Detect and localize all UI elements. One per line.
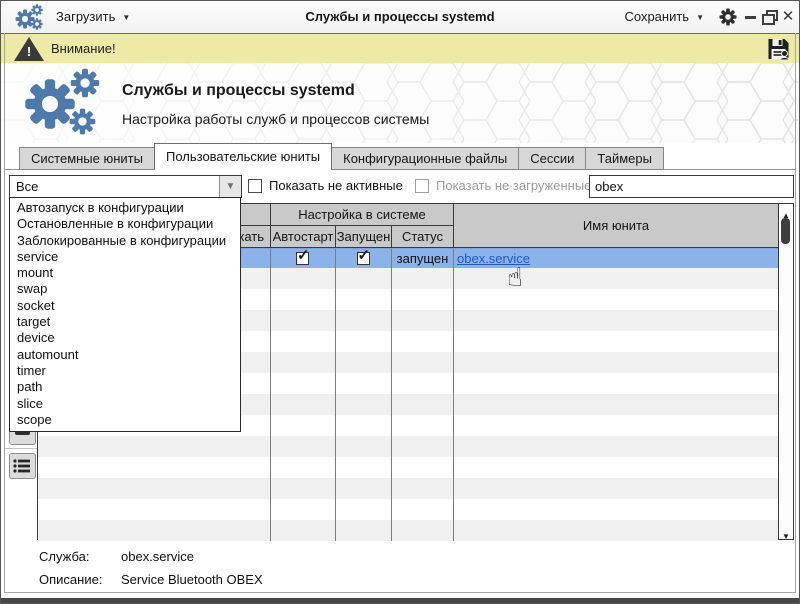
- combobox-value: Все: [16, 176, 38, 197]
- dropdown-option[interactable]: device: [10, 330, 240, 346]
- dropdown-option[interactable]: swap: [10, 281, 240, 297]
- status-cell: запущен: [392, 249, 453, 268]
- service-value: obex.service: [121, 549, 194, 564]
- hexagon-pattern: [2, 63, 798, 143]
- service-label: Служба:: [39, 549, 89, 564]
- tab-system-units[interactable]: Системные юниты: [19, 147, 155, 170]
- chevron-down-icon: [115, 9, 130, 24]
- window-frame-right: [795, 33, 796, 593]
- banner-subtitle: Настройка работы служб и процессов систе…: [122, 111, 429, 127]
- maximize-button[interactable]: [762, 1, 778, 33]
- tab-timers[interactable]: Таймеры: [585, 147, 664, 170]
- toolbar-list-button[interactable]: [9, 453, 36, 479]
- group-header-system-settings: Настройка в системе: [271, 204, 454, 226]
- table-row[interactable]: [38, 436, 778, 457]
- warning-bar: ! Внимание!: [1, 34, 799, 63]
- warning-icon: !: [14, 37, 44, 61]
- window-frame-strip: [1, 598, 799, 603]
- column-header-status[interactable]: Статус: [392, 226, 454, 248]
- checkbox-show-inactive[interactable]: [248, 179, 262, 193]
- save-button-label: Сохранить: [624, 9, 689, 24]
- table-row[interactable]: [38, 478, 778, 499]
- dropdown-option[interactable]: timer: [10, 363, 240, 379]
- save-button[interactable]: Сохранить: [624, 1, 704, 33]
- dropdown-option[interactable]: automount: [10, 347, 240, 363]
- vertical-scrollbar[interactable]: [778, 204, 793, 539]
- dropdown-option[interactable]: target: [10, 314, 240, 330]
- dropdown-option[interactable]: Автозапуск в конфигурации: [10, 200, 240, 216]
- tab-user-units[interactable]: Пользовательские юниты: [154, 143, 332, 170]
- tab-sessions[interactable]: Сессии: [518, 147, 586, 170]
- tab-config-files[interactable]: Конфигурационные файлы: [331, 147, 519, 170]
- app-logo-gears-icon: [24, 68, 116, 140]
- window-frame-bottom: [4, 592, 796, 593]
- header-banner: Службы и процессы systemd Настройка рабо…: [2, 63, 798, 143]
- tab-bar: Системные юнитыПользовательские юнитыКон…: [19, 143, 663, 170]
- checkbox-show-inactive-label: Показать не активные: [269, 177, 403, 195]
- dropdown-option[interactable]: socket: [10, 298, 240, 314]
- list-icon: [13, 457, 32, 475]
- scrollbar-thumb[interactable]: [781, 218, 790, 244]
- app-gears-icon: [15, 4, 47, 31]
- combobox-arrow-icon[interactable]: [219, 176, 241, 197]
- load-button[interactable]: Загрузить: [56, 1, 130, 33]
- dropdown-option[interactable]: path: [10, 379, 240, 395]
- table-row[interactable]: [38, 457, 778, 478]
- title-bar: Загрузить Службы и процессы systemd Сохр…: [1, 1, 799, 34]
- scroll-up-icon[interactable]: [779, 205, 793, 217]
- table-row[interactable]: [38, 499, 778, 520]
- dropdown-option[interactable]: Заблокированные в конфигурации: [10, 233, 240, 249]
- load-button-label: Загрузить: [56, 9, 115, 24]
- dropdown-option[interactable]: scope: [10, 412, 240, 428]
- dropdown-option[interactable]: service: [10, 249, 240, 265]
- save-file-icon[interactable]: [766, 37, 791, 61]
- scroll-down-icon[interactable]: [779, 526, 793, 538]
- app-window: Загрузить Службы и процессы systemd Сохр…: [0, 0, 800, 604]
- window-title: Службы и процессы systemd: [151, 1, 649, 33]
- filter-dropdown-list: Автозапуск в конфигурацииОстановленные в…: [9, 197, 241, 432]
- unit-filter-combobox[interactable]: Все: [9, 175, 242, 198]
- description-value: Service Bluetooth OBEX: [121, 572, 263, 587]
- dropdown-option[interactable]: slice: [10, 396, 240, 412]
- settings-gear-icon[interactable]: [719, 8, 737, 26]
- window-frame-left: [4, 33, 5, 593]
- chevron-down-icon: [689, 9, 704, 24]
- banner-title: Службы и процессы systemd: [122, 82, 355, 100]
- dropdown-option[interactable]: Остановленные в конфигурации: [10, 216, 240, 232]
- dropdown-option[interactable]: mount: [10, 265, 240, 281]
- started-checkbox[interactable]: [357, 252, 370, 265]
- hand-cursor-icon: ☝: [507, 263, 523, 293]
- close-button[interactable]: ✕: [780, 1, 796, 33]
- unit-search-input[interactable]: [589, 175, 794, 198]
- description-label: Описание:: [39, 572, 102, 587]
- minimize-button[interactable]: [743, 1, 759, 33]
- table-row[interactable]: [38, 520, 778, 541]
- column-header-unit-name[interactable]: Имя юнита: [454, 204, 778, 248]
- warning-text: Внимание!: [51, 34, 116, 63]
- checkbox-show-unloaded: [415, 179, 429, 193]
- checkbox-show-unloaded-label: Показать не загруженные: [436, 177, 591, 195]
- autostart-checkbox[interactable]: [296, 252, 309, 265]
- toolbar-separator: [5, 448, 38, 449]
